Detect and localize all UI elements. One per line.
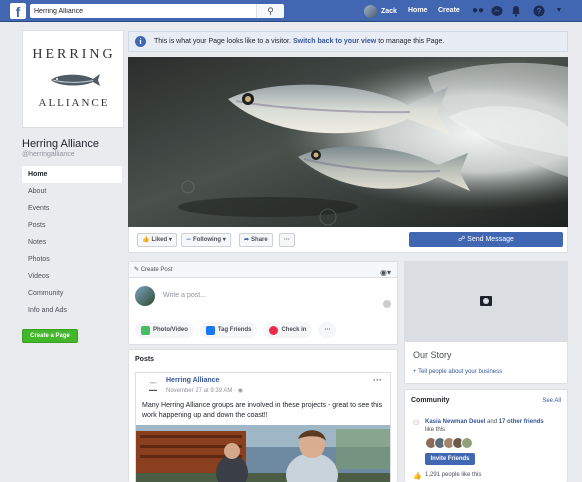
nav-item-about[interactable]: About <box>22 183 124 200</box>
search-input[interactable] <box>30 4 256 18</box>
other-friends-link[interactable]: 17 other friends <box>499 419 544 425</box>
pencil-icon: ✎ <box>134 267 140 273</box>
nav-item-events[interactable]: Events <box>22 200 124 217</box>
thumbs-up-small-icon: 👍 <box>413 473 422 480</box>
cover-photo[interactable] <box>128 57 568 227</box>
nav-item-notes[interactable]: Notes <box>22 234 124 251</box>
post-item: ≈≈≈ ▬▬ Herring Alliance November 27 at 9:… <box>135 372 391 482</box>
community-title: Community <box>411 397 450 404</box>
post-options: Photo/Video Tag Friends Check in ··· <box>135 322 342 338</box>
info-icon: i <box>135 36 146 47</box>
share-arrow-icon: ➦ <box>244 237 250 243</box>
messenger-icon[interactable] <box>491 5 503 17</box>
cover-fish-image <box>128 57 568 227</box>
page-profile-picture[interactable]: HERRING ALLIANCE <box>22 30 124 128</box>
post-photo-image <box>136 425 390 482</box>
logo-text-bottom: ALLIANCE <box>38 97 110 109</box>
search-box: ⚲ <box>30 4 284 18</box>
emoji-icon[interactable] <box>383 300 391 308</box>
friend-avatar[interactable] <box>461 437 473 449</box>
people-icon: ⚇ <box>413 420 420 427</box>
post-author-name[interactable]: Herring Alliance <box>166 377 219 384</box>
user-name: Zack <box>381 7 397 15</box>
page-action-bar: 👍 Liked ▾ ∽ Following ▾ ➦ Share ··· ☍ Send … <box>128 227 568 253</box>
switch-view-link[interactable]: Switch back to your view <box>293 38 376 45</box>
nav-item-photos[interactable]: Photos <box>22 251 124 268</box>
our-story-card: Our Story + Tell people about your busin… <box>404 342 568 384</box>
help-icon[interactable]: ? <box>533 5 545 17</box>
thumbs-up-icon: 👍 <box>142 237 150 243</box>
create-post-header[interactable]: ✎ Create Post ◉▾ <box>129 262 397 278</box>
post-options-button[interactable]: ··· <box>373 375 382 385</box>
audience-globe-icon[interactable]: ◉▾ <box>380 265 391 281</box>
nav-item-posts[interactable]: Posts <box>22 217 124 234</box>
top-navigation-bar: f ⚲ Zack Home Create ●● ? ▼ <box>0 0 582 22</box>
more-post-options-button[interactable]: ··· <box>318 322 337 338</box>
herring-fish-icon <box>51 74 100 86</box>
friends-like-text: Kasia Newman Deuel and 17 other friends … <box>425 419 544 433</box>
post-timestamp[interactable]: November 27 at 9:39 AM · ◉ <box>166 387 243 394</box>
location-pin-icon <box>269 325 279 335</box>
our-story-title: Our Story <box>413 350 452 360</box>
send-message-button[interactable]: ☍ Send Message <box>409 232 563 247</box>
messenger-small-icon: ☍ <box>458 236 466 243</box>
nav-item-info-and-ads[interactable]: Info and Ads <box>22 302 124 319</box>
page-nav: Home About Events Posts Notes Photos Vid… <box>22 166 124 319</box>
notice-text-end: to manage this Page. <box>378 38 445 45</box>
notifications-bell-icon[interactable] <box>510 5 522 17</box>
search-icon[interactable]: ⚲ <box>256 4 284 18</box>
facebook-logo-icon[interactable]: f <box>10 3 26 19</box>
create-page-button[interactable]: Create a Page <box>22 329 78 343</box>
see-all-link[interactable]: See All <box>542 398 561 404</box>
create-link[interactable]: Create <box>438 4 460 18</box>
page-name[interactable]: Herring Alliance <box>22 138 124 150</box>
tag-people-icon <box>205 325 215 335</box>
user-avatar <box>364 4 377 18</box>
photo-video-button[interactable]: Photo/Video <box>135 322 194 338</box>
account-menu-chevron-icon[interactable]: ▼ <box>553 5 565 17</box>
svg-text:?: ? <box>537 7 542 16</box>
posts-card: Posts ≈≈≈ ▬▬ Herring Alliance November 27… <box>128 349 398 482</box>
more-options-button[interactable]: ··· <box>279 233 295 247</box>
left-sidebar: HERRING ALLIANCE Herring Alliance @herri… <box>22 30 124 343</box>
share-button[interactable]: ➦ Share <box>239 233 273 247</box>
tag-friends-button[interactable]: Tag Friends <box>199 322 258 338</box>
create-post-card: ✎ Create Post ◉▾ Write a post... Photo/V… <box>128 261 398 345</box>
post-author-avatar[interactable]: ≈≈≈ ▬▬ <box>142 379 164 393</box>
post-text: Many Herring Alliance groups are involve… <box>142 402 383 419</box>
page-handle: @herringalliance <box>22 151 75 158</box>
nav-item-home[interactable]: Home <box>22 166 122 183</box>
notice-text: This is what your Page looks like to a v… <box>154 38 291 45</box>
poster-avatar <box>135 286 155 306</box>
public-globe-icon: ◉ <box>237 388 243 394</box>
page-likes-count: 1,291 people like this <box>425 472 482 478</box>
rss-icon: ∽ <box>186 237 192 243</box>
photo-icon <box>141 325 150 335</box>
user-profile-link[interactable]: Zack <box>364 4 397 18</box>
logo-text-top: HERRING <box>32 47 116 62</box>
nav-item-videos[interactable]: Videos <box>22 268 124 285</box>
posts-title: Posts <box>135 356 155 363</box>
community-card: Community See All ⚇ Kasia Newman Deuel a… <box>404 389 568 482</box>
friend-requests-icon[interactable]: ●● <box>472 5 484 17</box>
add-photo-box[interactable] <box>404 261 568 342</box>
following-button[interactable]: ∽ Following ▾ <box>181 233 231 247</box>
visitor-view-notice: i This is what your Page looks like to a… <box>128 31 568 52</box>
check-in-button[interactable]: Check in <box>263 322 313 338</box>
friend-name-link[interactable]: Kasia Newman Deuel <box>425 419 485 425</box>
camera-icon[interactable] <box>480 296 492 306</box>
write-post-input[interactable]: Write a post... <box>163 292 206 299</box>
liked-button[interactable]: 👍 Liked ▾ <box>137 233 177 247</box>
friend-avatars <box>425 437 473 449</box>
tell-people-link[interactable]: + Tell people about your business <box>413 369 502 375</box>
home-link[interactable]: Home <box>408 4 427 18</box>
nav-item-community[interactable]: Community <box>22 285 124 302</box>
invite-friends-button[interactable]: Invite Friends <box>425 453 475 465</box>
post-photo[interactable] <box>136 425 390 482</box>
